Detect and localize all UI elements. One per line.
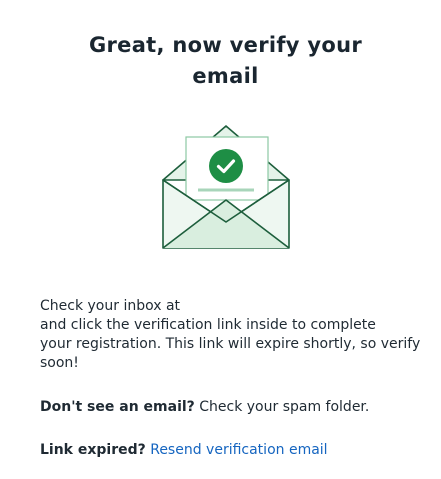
page-title-line-2: email <box>192 64 259 88</box>
spam-notice-bold: Don't see an email? <box>40 399 195 415</box>
expired-notice-bold: Link expired? <box>40 442 146 458</box>
instructions-line-1: Check your inbox at <box>40 298 181 314</box>
instructions-text: Check your inbox at and click the verifi… <box>40 297 420 373</box>
expired-notice: Link expired? Resend verification email <box>40 441 420 460</box>
spam-notice-text: Check your spam folder. <box>199 399 370 415</box>
check-circle-icon <box>209 149 243 183</box>
spam-notice: Don't see an email? Check your spam fold… <box>40 398 420 417</box>
instructions-line-2: and click the verification link inside t… <box>40 317 376 333</box>
instructions-line-4: soon! <box>40 355 79 371</box>
page-title: Great, now verify your email <box>40 30 411 92</box>
verify-email-page: Great, now verify your email Check your … <box>0 0 441 479</box>
resend-verification-link[interactable]: Resend verification email <box>150 442 327 458</box>
page-title-line-1: Great, now verify your <box>88 33 363 57</box>
envelope-with-checkmark-icon <box>160 122 292 252</box>
instructions-line-3: your registration. This link will expire… <box>40 336 421 352</box>
